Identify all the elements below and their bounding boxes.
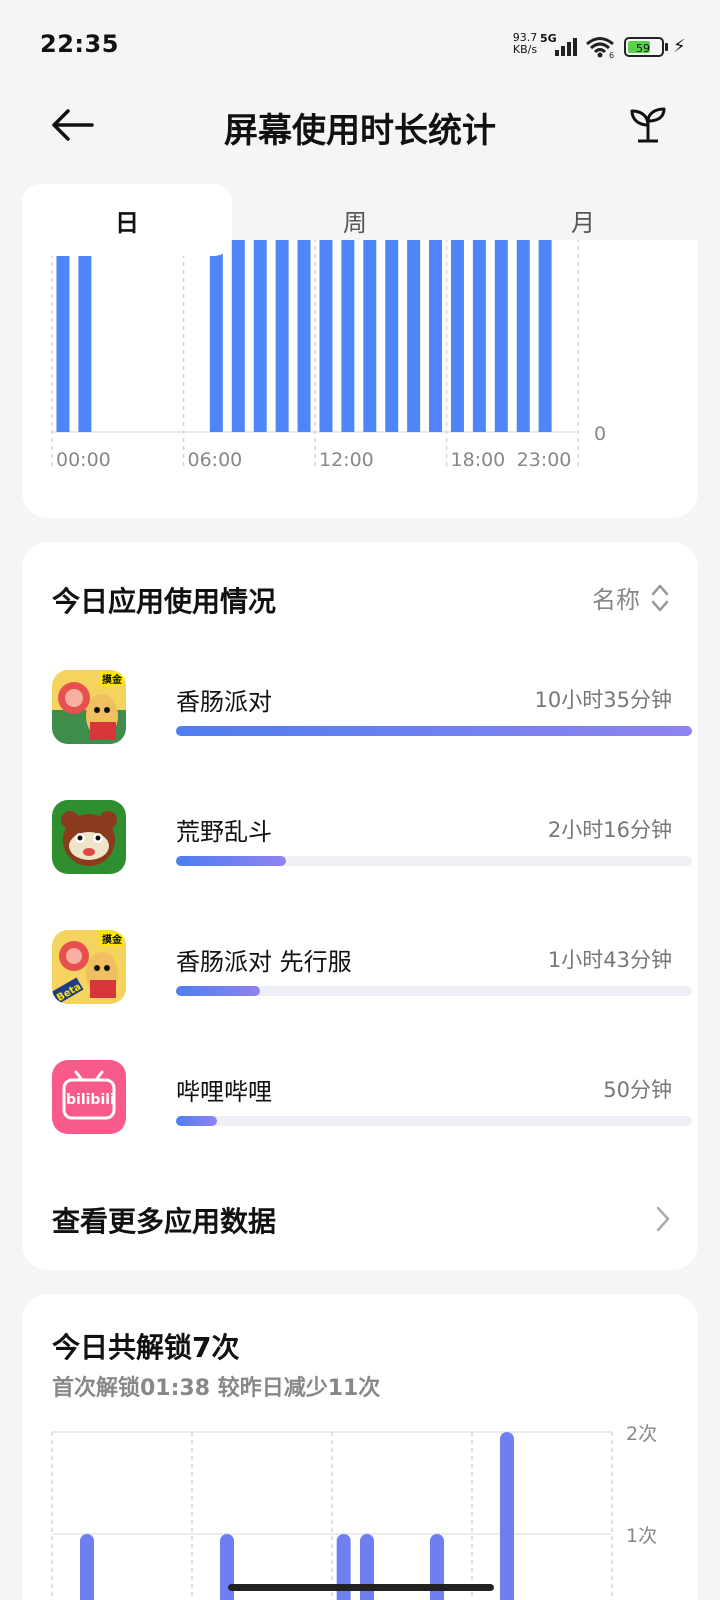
usage-bar-hour-12 [319,240,333,432]
usage-bar-hour-19 [472,240,486,432]
app-usage-title: 今日应用使用情况 [52,585,277,618]
more-app-data-link[interactable]: 查看更多应用数据 [52,1200,672,1240]
charging-icon: ⚡ [673,36,686,57]
status-bar: 22:35 93.7 KB/s 5G 6 59 ⚡ [0,0,720,90]
battery-icon: 59 [624,37,668,57]
usage-bar-hour-10 [275,240,289,432]
usage-bar-hour-13 [341,240,355,432]
unlock-bar [500,1432,514,1600]
app-usage-time: 50分钟 [603,1078,672,1102]
usage-bar-hour-21 [516,240,530,432]
network-speed: 93.7 KB/s [510,32,540,56]
y-tick-label: 2次 [626,1423,657,1445]
y-tick-label: 1次 [626,1525,657,1547]
bilibili-logo-text: bilibili [66,1092,115,1108]
usage-bar-hour-9 [253,240,267,432]
brawl-stars-icon [52,800,126,874]
tab-month[interactable]: 月 [478,184,688,256]
usage-bar-hour-7 [209,240,223,432]
usage-chart-card: 00:00 06:00 12:00 18:00 23:00 0 [22,240,698,518]
y-tick-label: 0 [594,423,606,445]
usage-bar-fill [176,986,260,996]
usage-bar-hour-14 [363,240,377,432]
page-title: 屏幕使用时长统计 [224,111,496,151]
sort-label: 名称 [592,586,640,614]
app-row-sausage-party[interactable]: 摸金 香肠派对 10小时35分钟 [52,670,692,746]
app-row-sausage-party-beta[interactable]: 摸金 Beta 香肠派对 先行服 1小时43分钟 [52,930,692,1006]
unlock-card: 今日共解锁7次 首次解锁01:38 较昨日减少11次 2次 1次 [22,1294,698,1600]
usage-bar-hour-20 [494,240,508,432]
home-indicator[interactable] [228,1584,494,1591]
network-speed-unit: KB/s [512,43,538,56]
app-usage-card: 今日应用使用情况 名称 摸金 香肠派对 10小时35分钟 荒野乱斗 2小时16分… [22,542,698,1270]
wifi-badge: 6 [609,51,614,58]
usage-bar-hour-16 [407,240,421,432]
bilibili-icon: bilibili [52,1060,126,1134]
usage-bar [176,1116,692,1126]
usage-bar [176,986,692,996]
usage-bar [176,856,692,866]
app-name: 哔哩哔哩 [176,1078,272,1106]
x-tick-label: 23:00 [517,449,572,471]
app-row-brawl-stars[interactable]: 荒野乱斗 2小时16分钟 [52,800,692,876]
usage-bar-fill [176,726,692,736]
usage-bar-hour-0 [56,240,70,432]
sprout-icon[interactable] [628,105,668,145]
unlock-chart: 2次 1次 [51,1423,657,1600]
app-usage-time: 10小时35分钟 [534,688,672,712]
usage-bar-fill [176,856,287,866]
tab-week[interactable]: 周 [250,184,460,256]
usage-bar-hour-11 [297,240,311,432]
usage-bar-hour-15 [385,240,399,432]
sort-control[interactable]: 名称 [592,580,670,615]
sausage-party-icon: 摸金 [52,670,126,744]
usage-bar-fill [176,1116,217,1126]
header: 屏幕使用时长统计 [0,95,720,155]
tab-day[interactable]: 日 [22,184,232,256]
usage-bar-hour-17 [429,240,443,432]
x-tick-label: 12:00 [319,449,374,471]
app-name: 香肠派对 先行服 [176,948,352,976]
usage-bar-hour-18 [450,240,464,432]
usage-bar-hour-1 [78,240,92,432]
x-tick-label: 00:00 [56,449,111,471]
usage-bar-hour-8 [231,240,245,432]
battery-level: 59 [636,42,650,55]
sausage-party-badge: 摸金 [102,673,123,686]
period-tabs: 日 周 月 [22,184,698,256]
app-name: 香肠派对 [176,688,272,716]
x-tick-label: 06:00 [188,449,243,471]
more-app-data-label: 查看更多应用数据 [52,1205,277,1238]
status-time: 22:35 [40,30,119,58]
usage-bar-hour-22 [538,240,552,432]
usage-chart: 00:00 06:00 12:00 18:00 23:00 0 [51,240,606,471]
app-name: 荒野乱斗 [176,818,272,846]
sort-updown-icon [651,584,669,611]
unlock-bar [80,1534,94,1600]
sausage-party-beta-badge: 摸金 [102,933,123,946]
app-usage-time: 1小时43分钟 [547,948,672,972]
usage-bar [176,726,692,736]
wifi-icon: 6 [586,37,614,58]
sausage-party-beta-icon: 摸金 Beta [52,930,126,1004]
x-tick-label: 18:00 [451,449,506,471]
app-row-bilibili[interactable]: bilibili 哔哩哔哩 50分钟 [52,1060,692,1136]
chevron-right-icon [656,1206,670,1232]
app-usage-time: 2小时16分钟 [547,818,672,842]
signal-icon [555,38,577,56]
